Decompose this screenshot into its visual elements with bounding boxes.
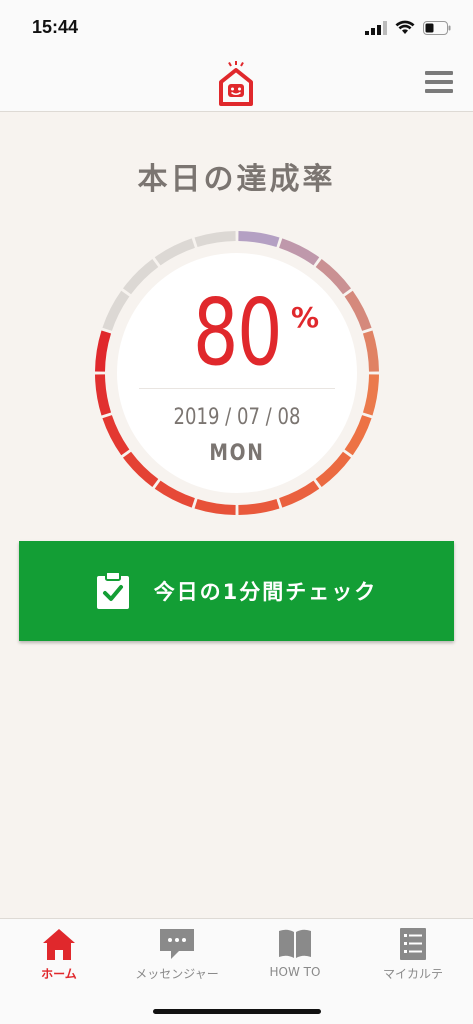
daily-check-button[interactable]: 今日の1分間チェック (19, 541, 454, 641)
tab-messenger[interactable]: メッセンジャー (118, 919, 236, 989)
status-time: 15:44 (32, 17, 79, 37)
book-icon (279, 929, 311, 958)
chat-icon (160, 929, 194, 959)
clipboard-check-icon (96, 572, 129, 609)
wifi-icon (395, 20, 415, 34)
home-indicator (153, 1009, 321, 1014)
status-bar: 15:44 (0, 0, 473, 56)
hamburger-menu-icon[interactable] (425, 71, 453, 95)
tab-howto[interactable]: HOW TO (236, 919, 354, 989)
tab-home-label: ホーム (41, 967, 77, 981)
gauge-center: 80 % 2019 / 07 / 08 MON (87, 223, 387, 523)
battery-icon (423, 20, 451, 35)
tab-mykarte[interactable]: マイカルテ (354, 919, 472, 989)
tab-home[interactable]: ホーム (0, 919, 118, 989)
percent-sign: % (291, 301, 320, 334)
gauge-divider (139, 388, 335, 389)
tab-mykarte-label: マイカルテ (382, 967, 443, 981)
daily-check-label: 今日の1分間チェック (153, 580, 378, 604)
page-title: 本日の達成率 (137, 162, 336, 197)
tab-howto-label: HOW TO (269, 965, 321, 979)
app-header (0, 56, 473, 112)
signal-icon (365, 20, 387, 35)
home-icon (43, 929, 75, 960)
list-icon (400, 928, 426, 960)
house-face-logo (219, 61, 253, 106)
tab-messenger-label: メッセンジャー (135, 967, 219, 981)
status-icons (365, 20, 451, 35)
date-text: 2019 / 07 / 08 (173, 405, 301, 430)
day-text: MON (209, 441, 265, 466)
